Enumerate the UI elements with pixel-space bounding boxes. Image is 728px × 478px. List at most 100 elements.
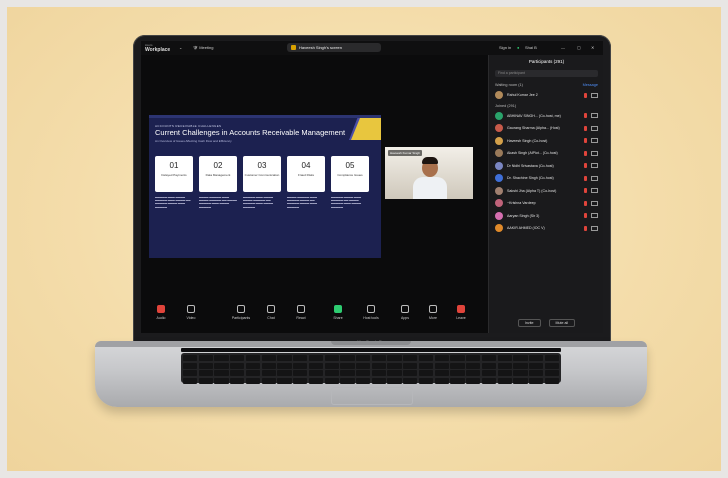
keyboard-key [340, 355, 355, 361]
keyboard-key [450, 370, 465, 376]
keyboard-key [497, 377, 512, 384]
participants-button[interactable]: Participants [229, 305, 253, 320]
keyboard-key [418, 355, 434, 361]
keyboard-key [529, 362, 544, 369]
audio-button[interactable]: Audio [149, 305, 173, 320]
participant-row[interactable]: AAKIR AHMED (IOC V) [489, 222, 603, 235]
toolbar-label: Participants [231, 316, 251, 320]
share-button[interactable]: Share [326, 305, 350, 320]
camera-icon [591, 188, 598, 194]
keyboard-key [450, 355, 465, 361]
host-tools-button[interactable]: Host tools [359, 305, 383, 320]
mute-all-button[interactable]: Mute all [548, 319, 576, 327]
participant-name: Haveesh Singh (Co-host) [507, 138, 548, 143]
share-indicator[interactable]: Haveesh Singh's screen [287, 43, 381, 52]
minimize-icon[interactable]: — [561, 45, 565, 50]
toolbar-label: Video [186, 316, 196, 320]
keyboard-key [230, 377, 245, 384]
keyboard-key [418, 370, 434, 376]
participant-name: ABHINAV SINGH... (Co-host, me) [507, 113, 561, 118]
shared-slide: ACCOUNTS RECEIVABLE CHALLENGES Current C… [149, 115, 381, 258]
keyboard-key [308, 362, 324, 369]
participant-row[interactable]: Haveesh Singh (Co-host) [489, 135, 603, 148]
slide-card: 04 Fraud Risks [287, 156, 325, 192]
invite-button[interactable]: Invite [517, 319, 541, 327]
keyboard-key [371, 377, 386, 384]
camera-icon [591, 150, 598, 156]
participants-panel: Participants (291) Find a participant Wa… [488, 55, 603, 333]
message-button[interactable]: Message [583, 83, 598, 87]
close-icon[interactable]: ✕ [591, 45, 594, 50]
video-icon [187, 305, 195, 313]
keyboard-key [387, 377, 402, 384]
participant-row[interactable]: Rahul Kumar Jee 2 [489, 89, 603, 102]
react-icon [297, 305, 305, 313]
leave-button[interactable]: Leave [449, 305, 473, 320]
panel-footer: Invite Mute all [489, 319, 603, 327]
mic-muted-icon [584, 113, 587, 119]
apps-button[interactable]: Apps [393, 305, 417, 320]
participant-search-input[interactable]: Find a participant [495, 70, 598, 77]
slide-card-label: Delayed Payments [161, 173, 187, 177]
keyboard-key [356, 377, 371, 384]
camera-icon [591, 175, 598, 181]
slide-card-number: 05 [345, 161, 355, 170]
participant-row[interactable]: Dr. Shachine Singh (Co-host) [489, 172, 603, 185]
waiting-room-label[interactable]: Waiting room (1) [495, 83, 523, 87]
person-torso [413, 177, 447, 199]
keyboard-key [371, 362, 386, 369]
mic-muted-icon [584, 163, 587, 169]
maximize-icon[interactable]: ▢ [577, 45, 581, 50]
keyboard-key [245, 370, 261, 376]
participant-name: Dr. Shachine Singh (Co-host) [507, 176, 554, 181]
camera-icon [591, 138, 598, 144]
keyboard-key [434, 362, 449, 369]
trackpad[interactable] [331, 387, 413, 405]
participant-row[interactable]: Akash Singh (AlPlot... (Co-host) [489, 147, 603, 160]
app-brand: zoom Workplace [145, 43, 170, 53]
participant-row[interactable]: ABHINAV SINGH... (Co-host, me) [489, 110, 603, 123]
keyboard-key [403, 377, 418, 384]
sign-in-link[interactable]: Sign in [499, 45, 511, 50]
keyboard-key [544, 355, 559, 361]
participant-row[interactable]: Gaurang Sharma (Alpha... (Host) [489, 122, 603, 135]
joined-label[interactable]: Joined (291) [495, 104, 516, 108]
keyboard-key [340, 362, 355, 369]
participant-row[interactable]: Dr Nidhi Srivastava (Co-host) [489, 160, 603, 173]
chat-button[interactable]: Chat [259, 305, 283, 320]
keyboard-key [466, 355, 481, 361]
participant-row[interactable]: Aaryan Singh (Sir 3) [489, 210, 603, 223]
slide-text-block: ▬▬▬▬ ▬▬▬▬▬ ▬▬▬ ▬▬▬▬ ▬▬▬▬▬ ▬▬ ▬▬▬▬ ▬▬▬▬▬ … [199, 196, 237, 209]
keyboard-key [529, 377, 544, 384]
host-label[interactable]: Shai B [525, 45, 537, 50]
toolbar-label: Audio [156, 316, 166, 320]
camera-icon [591, 200, 598, 206]
meeting-info[interactable]: 🛡 Meeting [193, 45, 213, 50]
keyboard-key [324, 377, 339, 384]
chevron-down-icon[interactable]: ⌄ [179, 45, 182, 50]
react-button[interactable]: React [289, 305, 313, 320]
slide-decoration-accent [351, 118, 381, 140]
keyboard-key [466, 362, 481, 369]
participants-icon [237, 305, 245, 313]
participant-name: ~Krishna Vardeep [507, 201, 536, 206]
video-button[interactable]: Video [179, 305, 203, 320]
video-tile[interactable]: Haveesh Kumar Singh [385, 147, 473, 199]
keyboard-key [371, 355, 386, 361]
chat-icon [267, 305, 275, 313]
keyboard-key [418, 377, 434, 384]
keyboard-key [418, 362, 434, 369]
participant-row[interactable]: ~Krishna Vardeep [489, 197, 603, 210]
mic-muted-icon [584, 225, 587, 231]
keyboard-key [293, 362, 308, 369]
avatar [495, 199, 503, 208]
more-button[interactable]: More [421, 305, 445, 320]
keyboard-key [198, 362, 213, 369]
slide-card: 02 Data Management [199, 156, 237, 192]
participant-row[interactable]: Sakshi Jha (Alpha T) (Co-host) [489, 185, 603, 198]
mic-muted-icon [584, 213, 587, 219]
avatar [495, 211, 503, 220]
mic-muted-icon [584, 92, 587, 98]
keyboard-key [497, 355, 512, 361]
keyboard-key [356, 362, 371, 369]
